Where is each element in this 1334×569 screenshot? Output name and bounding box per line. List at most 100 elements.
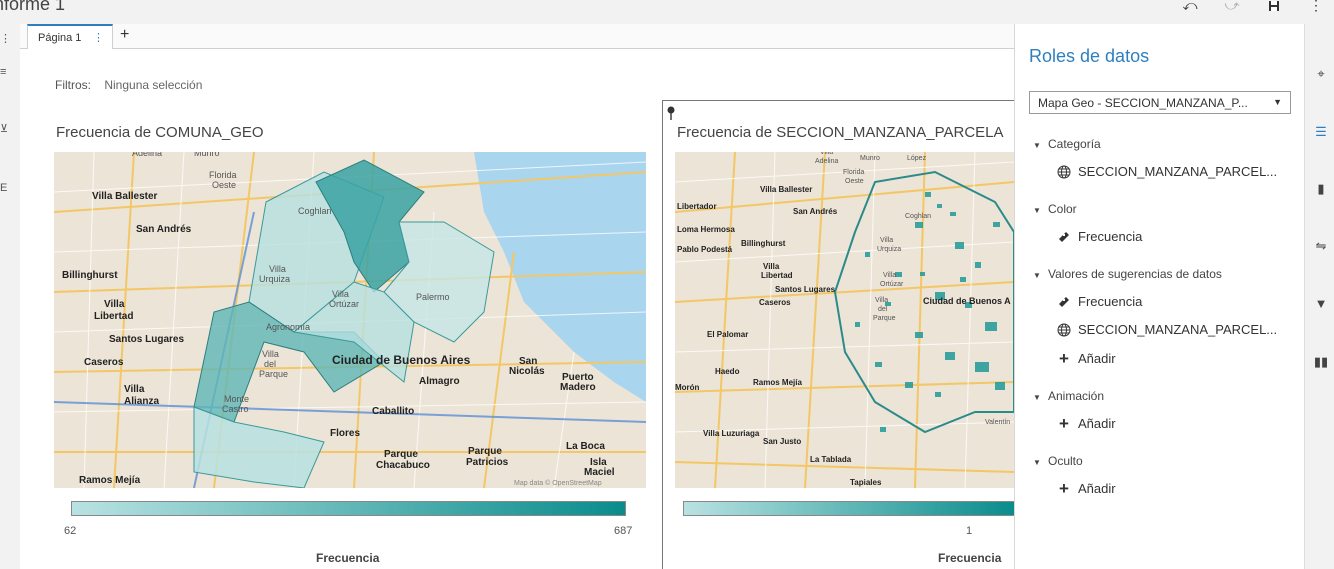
actions-icon[interactable]: ▮: [1313, 181, 1329, 197]
svg-text:Almagro: Almagro: [419, 376, 460, 387]
svg-text:Villa Ballester: Villa Ballester: [760, 185, 812, 194]
collapse-triangle-icon: ▼: [1033, 458, 1041, 467]
viz2-map[interactable]: Villa Ballester Libertador San Andrés Lo…: [675, 152, 1014, 488]
svg-text:La Tablada: La Tablada: [810, 455, 852, 464]
tab-menu-icon[interactable]: ⋮: [93, 31, 104, 44]
viz1-legend-bar: [71, 501, 626, 516]
role-item[interactable]: Frecuencia: [1057, 229, 1142, 244]
collapse-triangle-icon: ▼: [1033, 271, 1041, 280]
handle-icon[interactable]: ⋮: [0, 32, 11, 45]
role-section-categoria[interactable]: ▼ Categoría: [1033, 137, 1101, 151]
svg-text:Caseros: Caseros: [84, 357, 124, 368]
data-roles-icon[interactable]: ☰: [1313, 124, 1329, 140]
collapse-triangle-icon: ▼: [1033, 141, 1041, 150]
svg-text:del: del: [264, 359, 276, 369]
add-role-button[interactable]: + Añadir: [1057, 480, 1116, 497]
svg-text:Map data © OpenStreetMap: Map data © OpenStreetMap: [514, 479, 602, 487]
svg-text:San Justo: San Justo: [763, 437, 801, 446]
viz1-legend-max: 687: [614, 525, 633, 537]
viz1-legend-min: 62: [64, 525, 77, 537]
svg-text:Coghlan: Coghlan: [905, 213, 931, 220]
svg-text:Nicolás: Nicolás: [509, 366, 545, 377]
filter-icon[interactable]: ▼: [1313, 296, 1329, 312]
page-tabstrip: Página 1 ⋮ +: [20, 24, 1014, 49]
svg-text:Villa Ballester: Villa Ballester: [92, 191, 158, 202]
add-icon: +: [1059, 348, 1069, 368]
svg-text:Alianza: Alianza: [124, 396, 159, 407]
svg-text:Urquiza: Urquiza: [877, 246, 901, 253]
svg-text:Santos Lugares: Santos Lugares: [109, 334, 184, 345]
svg-text:Villa: Villa: [332, 289, 349, 299]
viz1-legend-label: Frecuencia: [316, 551, 380, 565]
object-select-value: Mapa Geo - SECCION_MANZANA_P...: [1038, 96, 1248, 110]
add-page-button[interactable]: +: [120, 26, 129, 44]
palette-icon[interactable]: ⌖: [1313, 66, 1329, 82]
object-select[interactable]: Mapa Geo - SECCION_MANZANA_P... ▼: [1029, 91, 1291, 114]
objects-icon[interactable]: ⊻: [0, 122, 8, 135]
rules-icon[interactable]: ⇋: [1313, 238, 1329, 254]
svg-text:Villa: Villa: [262, 349, 279, 359]
svg-text:Pablo Podestá: Pablo Podestá: [677, 245, 733, 254]
svg-text:Caballito: Caballito: [372, 406, 414, 417]
svg-text:Castro: Castro: [222, 404, 249, 414]
role-item[interactable]: SECCION_MANZANA_PARCEL...: [1057, 164, 1277, 179]
role-section-sugerencias[interactable]: ▼ Valores de sugerencias de datos: [1033, 267, 1222, 281]
tab-page-1[interactable]: Página 1 ⋮: [27, 24, 113, 49]
svg-text:Villa: Villa: [104, 299, 125, 310]
svg-text:Chacabuco: Chacabuco: [376, 460, 430, 471]
add-role-button[interactable]: + Añadir: [1057, 348, 1116, 368]
svg-text:Munro: Munro: [194, 152, 220, 158]
svg-text:Libertad: Libertad: [94, 311, 133, 322]
role-section-oculto[interactable]: ▼ Oculto: [1033, 454, 1083, 468]
save-icon[interactable]: [1266, 0, 1282, 12]
svg-text:Florida: Florida: [843, 169, 865, 176]
viz1-title: Frecuencia de COMUNA_GEO: [56, 124, 264, 141]
svg-text:Morón: Morón: [675, 383, 700, 392]
svg-text:Libertad: Libertad: [761, 271, 793, 280]
svg-text:Monte: Monte: [224, 394, 249, 404]
collapse-triangle-icon: ▼: [1033, 206, 1041, 215]
svg-text:Ciudad de Buenos Aires: Ciudad de Buenos Aires: [332, 353, 471, 367]
role-item[interactable]: Frecuencia: [1057, 294, 1142, 309]
top-toolbar: ⤺ ⤻ ⋮: [1182, 0, 1324, 12]
role-item[interactable]: SECCION_MANZANA_PARCEL...: [1057, 322, 1277, 337]
report-title: nforme 1: [0, 0, 66, 14]
geo-icon: [1057, 165, 1071, 179]
more-icon[interactable]: ⋮: [1308, 0, 1324, 12]
undo-icon[interactable]: ⤺: [1182, 0, 1198, 12]
viz1-map-graphic: Villa Ballester San Andrés Billinghurst …: [54, 152, 646, 488]
svg-text:Parque: Parque: [384, 449, 418, 460]
measure-icon: [1057, 295, 1071, 309]
svg-text:Urquiza: Urquiza: [259, 274, 290, 284]
svg-text:Parque: Parque: [468, 446, 502, 457]
svg-text:Palermo: Palermo: [416, 292, 450, 302]
outline-icon[interactable]: E: [0, 182, 7, 194]
report-canvas: Página 1 ⋮ + Filtros: Ninguna selección …: [20, 24, 1014, 569]
svg-text:El Palomar: El Palomar: [707, 330, 748, 339]
viz2-legend-label: Frecuencia: [938, 551, 1002, 565]
panel-title: Roles de datos: [1029, 46, 1150, 66]
svg-text:San Andrés: San Andrés: [793, 207, 838, 216]
filters-value[interactable]: Ninguna selección: [104, 78, 202, 92]
pin-icon[interactable]: [667, 106, 675, 120]
top-bar: nforme 1 ⤺ ⤻ ⋮: [0, 0, 1334, 24]
svg-text:Villa Luzuriaga: Villa Luzuriaga: [703, 429, 760, 438]
svg-text:Libertador: Libertador: [677, 202, 717, 211]
redo-icon[interactable]: ⤻: [1224, 0, 1240, 12]
viz1-map[interactable]: Villa Ballester San Andrés Billinghurst …: [54, 152, 646, 488]
viz2-legend-tick: 1: [966, 525, 973, 537]
svg-text:del: del: [878, 306, 888, 313]
add-role-button[interactable]: + Añadir: [1057, 413, 1116, 433]
role-section-color[interactable]: ▼ Color: [1033, 202, 1077, 216]
svg-text:Valentín: Valentín: [985, 419, 1010, 426]
svg-text:Coghlan: Coghlan: [298, 206, 332, 216]
svg-text:Santos Lugares: Santos Lugares: [775, 285, 836, 294]
svg-text:Florida: Florida: [209, 170, 237, 180]
data-icon[interactable]: ≡: [0, 66, 6, 78]
tab-label: Página 1: [38, 32, 82, 44]
role-section-animacion[interactable]: ▼ Animación: [1033, 389, 1104, 403]
svg-text:Agronomía: Agronomía: [266, 322, 310, 332]
svg-text:Ciudad de Buenos A: Ciudad de Buenos A: [923, 296, 1011, 306]
add-icon: +: [1059, 413, 1069, 433]
ranks-icon[interactable]: ▮▮: [1313, 354, 1329, 370]
